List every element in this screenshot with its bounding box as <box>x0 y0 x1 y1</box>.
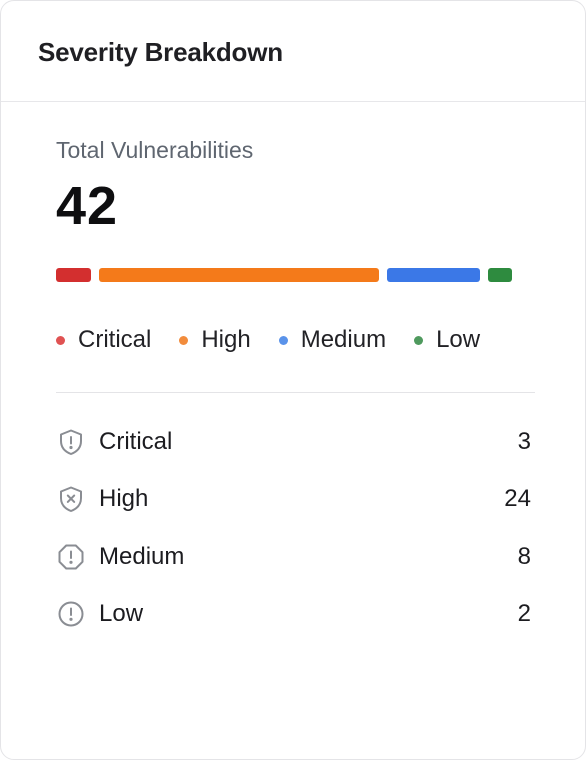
legend-label-low: Low <box>436 326 481 353</box>
section-divider <box>56 392 535 393</box>
severity-bar-segment-low <box>488 268 512 282</box>
severity-legend: Critical High Medium Low <box>56 326 531 354</box>
severity-row-label: High <box>99 485 149 513</box>
legend-label-medium: Medium <box>300 326 387 353</box>
octagon-alert-icon <box>56 542 86 572</box>
legend-item-high: High <box>179 326 251 354</box>
severity-bar-segment-critical <box>56 268 91 282</box>
card-title: Severity Breakdown <box>38 36 283 67</box>
legend-item-medium: Medium <box>278 326 387 354</box>
shield-alert-icon <box>56 427 86 457</box>
card-header: Severity Breakdown <box>1 1 585 102</box>
card-body: Total Vulnerabilities 42 Critical High M… <box>1 136 585 643</box>
legend-dot-critical <box>56 335 65 345</box>
severity-row-count: 24 <box>504 485 531 513</box>
legend-dot-high <box>179 335 189 345</box>
severity-row-count: 2 <box>517 600 531 628</box>
severity-list: Critical 3 High 24 Medium 8 Low 2 <box>56 413 531 643</box>
total-vulnerabilities-label: Total Vulnerabilities <box>56 137 254 163</box>
severity-bar-segment-high <box>99 268 379 282</box>
severity-row-label: Critical <box>99 427 173 455</box>
severity-breakdown-card: Severity Breakdown Total Vulnerabilities… <box>0 0 586 760</box>
severity-row-high: High 24 <box>56 471 531 529</box>
shield-x-icon <box>56 484 86 514</box>
severity-bar-segment-medium <box>387 268 480 282</box>
severity-row-low: Low 2 <box>56 586 531 644</box>
legend-label-critical: Critical <box>78 326 152 353</box>
circle-alert-icon <box>56 599 86 629</box>
severity-row-label: Medium <box>99 542 185 570</box>
severity-row-critical: Critical 3 <box>56 413 531 471</box>
severity-row-count: 8 <box>517 542 531 570</box>
severity-row-label: Low <box>99 600 144 628</box>
legend-item-critical: Critical <box>56 326 151 354</box>
legend-item-low: Low <box>414 326 480 354</box>
severity-row-medium: Medium 8 <box>56 528 531 586</box>
total-vulnerabilities-value: 42 <box>56 176 119 236</box>
severity-row-count: 3 <box>517 427 531 455</box>
legend-dot-medium <box>278 335 288 345</box>
legend-dot-low <box>414 335 424 345</box>
legend-label-high: High <box>201 326 251 353</box>
severity-distribution-bar <box>56 268 535 282</box>
